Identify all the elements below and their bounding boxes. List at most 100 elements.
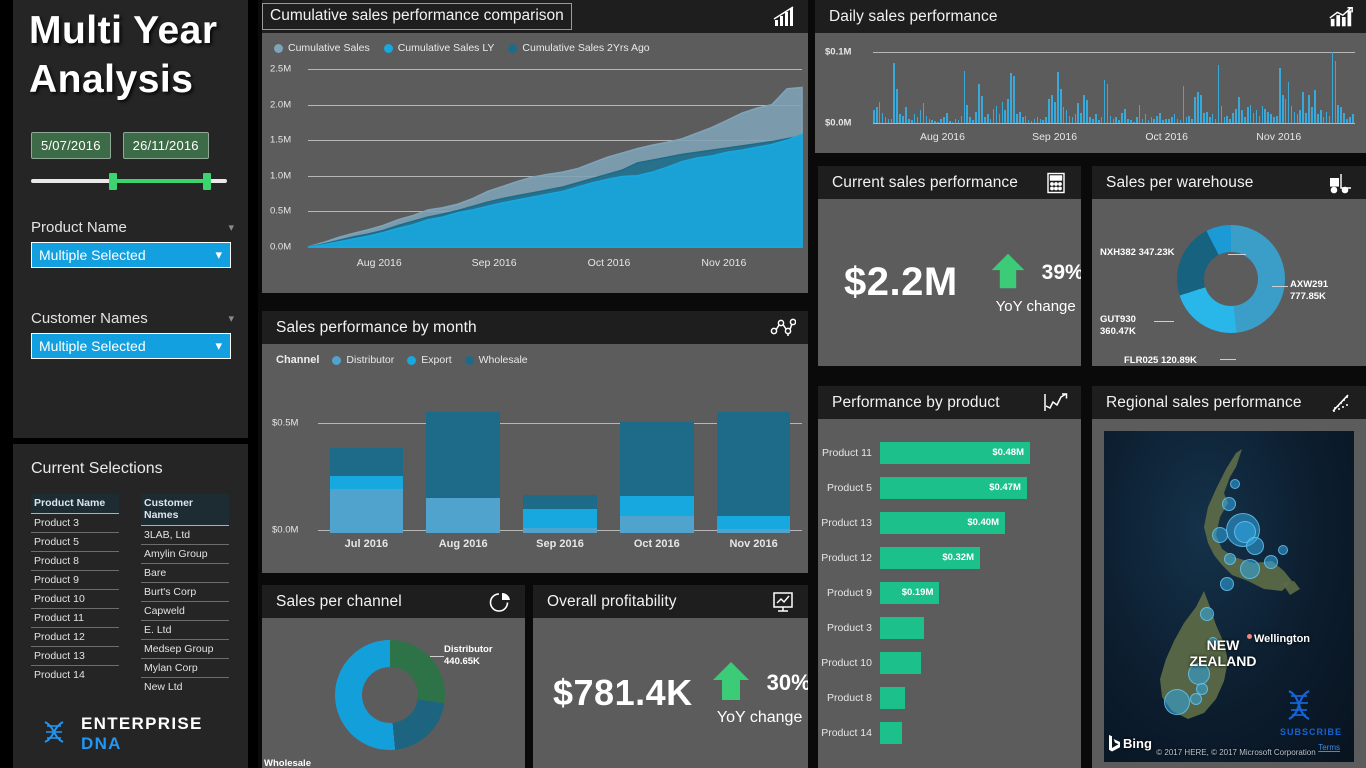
bar-segment[interactable] — [620, 515, 694, 533]
product-bar-row[interactable]: Product 5 $0.47M — [818, 470, 1081, 505]
bar[interactable] — [902, 115, 904, 123]
bar[interactable] — [1080, 113, 1082, 123]
product-bar[interactable]: $0.40M — [880, 511, 1005, 534]
bar[interactable] — [1030, 120, 1033, 123]
product-bar[interactable] — [880, 686, 905, 709]
bar[interactable] — [1115, 117, 1118, 123]
bar[interactable] — [1194, 97, 1196, 123]
bar[interactable] — [1191, 118, 1193, 123]
bar-segment[interactable] — [329, 476, 404, 490]
bar[interactable] — [878, 101, 881, 123]
bar[interactable] — [1258, 115, 1261, 123]
bar-segment[interactable] — [716, 515, 791, 530]
bar[interactable] — [1281, 94, 1284, 123]
bar[interactable] — [1016, 114, 1018, 123]
bar[interactable] — [1138, 104, 1141, 123]
map-bubble[interactable] — [1240, 559, 1260, 579]
bar-segment[interactable] — [329, 448, 404, 477]
map-bubble[interactable] — [1212, 527, 1228, 543]
bar[interactable] — [1100, 116, 1103, 123]
bar[interactable] — [919, 110, 922, 123]
bar[interactable] — [890, 119, 893, 123]
bar[interactable] — [896, 88, 898, 123]
bar[interactable] — [1118, 120, 1120, 123]
bar-segment[interactable] — [620, 421, 694, 496]
bar[interactable] — [1343, 113, 1345, 123]
bar[interactable] — [986, 114, 989, 123]
bar[interactable] — [1095, 114, 1097, 123]
bar[interactable] — [1293, 111, 1296, 123]
bar[interactable] — [1325, 111, 1328, 123]
bar[interactable] — [1051, 94, 1053, 123]
bar[interactable] — [1226, 115, 1229, 123]
bar[interactable] — [1340, 107, 1342, 123]
bar[interactable] — [1211, 114, 1214, 123]
legend-item[interactable]: Distributor — [332, 354, 394, 366]
bar[interactable] — [1010, 73, 1012, 123]
bar[interactable] — [1042, 120, 1045, 123]
bar[interactable] — [1103, 80, 1106, 123]
bar[interactable] — [1001, 101, 1004, 123]
bar[interactable] — [1276, 115, 1278, 123]
bar-segment[interactable] — [523, 528, 597, 533]
map-bubble[interactable] — [1190, 693, 1202, 705]
chevron-down-icon[interactable]: ▾ — [228, 312, 234, 325]
bar[interactable] — [1141, 118, 1144, 123]
bar[interactable] — [1024, 115, 1027, 123]
bar[interactable] — [1077, 103, 1080, 123]
map-bubble[interactable] — [1224, 553, 1236, 565]
map-bubble[interactable] — [1200, 607, 1214, 621]
customer-names-dropdown[interactable]: Multiple Selected ▾ — [31, 333, 231, 359]
bar[interactable] — [1308, 94, 1310, 123]
bar[interactable] — [1241, 110, 1243, 123]
bar[interactable] — [1200, 94, 1202, 123]
bar[interactable] — [1109, 115, 1112, 123]
bar[interactable] — [1159, 113, 1161, 123]
legend-item[interactable]: Cumulative Sales 2Yrs Ago — [508, 42, 650, 54]
bar[interactable] — [957, 120, 960, 123]
bar[interactable] — [1261, 105, 1264, 123]
bar[interactable] — [1267, 111, 1269, 123]
bar[interactable] — [1179, 120, 1182, 123]
bar[interactable] — [1217, 64, 1220, 123]
bar[interactable] — [1331, 52, 1334, 123]
bar[interactable] — [1188, 115, 1191, 123]
product-bar-row[interactable]: Product 8 — [818, 680, 1081, 715]
bar[interactable] — [1185, 117, 1188, 123]
bar[interactable] — [1302, 91, 1304, 123]
bar-segment[interactable] — [716, 529, 791, 533]
chevron-down-icon[interactable]: ▾ — [228, 221, 234, 234]
bar[interactable] — [1235, 108, 1237, 123]
bar[interactable] — [1048, 98, 1050, 123]
bar[interactable] — [1223, 117, 1226, 123]
bar[interactable] — [1059, 88, 1062, 123]
bar[interactable] — [1071, 117, 1074, 123]
bar[interactable] — [998, 114, 1001, 123]
bar[interactable] — [1255, 110, 1258, 123]
bar[interactable] — [934, 120, 936, 123]
bar-segment[interactable] — [620, 495, 694, 516]
bar[interactable] — [1220, 105, 1223, 123]
bar[interactable] — [1290, 105, 1293, 123]
date-from-field[interactable]: 5/07/2016 — [31, 132, 111, 159]
bar[interactable] — [1296, 114, 1299, 123]
bar[interactable] — [1121, 113, 1123, 123]
bar-segment[interactable] — [523, 495, 597, 509]
bar[interactable] — [969, 117, 971, 123]
bar[interactable] — [940, 119, 942, 123]
bar[interactable] — [1264, 108, 1267, 123]
product-bar[interactable] — [880, 721, 902, 744]
bar[interactable] — [910, 120, 913, 123]
bar[interactable] — [1337, 104, 1340, 123]
bar[interactable] — [1162, 120, 1164, 123]
bar[interactable] — [1322, 117, 1325, 123]
bar[interactable] — [1144, 114, 1147, 123]
bar[interactable] — [1284, 98, 1287, 123]
bar[interactable] — [1033, 118, 1036, 123]
slider-handle-right[interactable] — [203, 173, 211, 190]
bar[interactable] — [1021, 117, 1024, 123]
bar[interactable] — [966, 104, 969, 123]
map-bubble[interactable] — [1222, 497, 1236, 511]
bar[interactable] — [1150, 117, 1153, 123]
bar[interactable] — [1004, 110, 1007, 123]
